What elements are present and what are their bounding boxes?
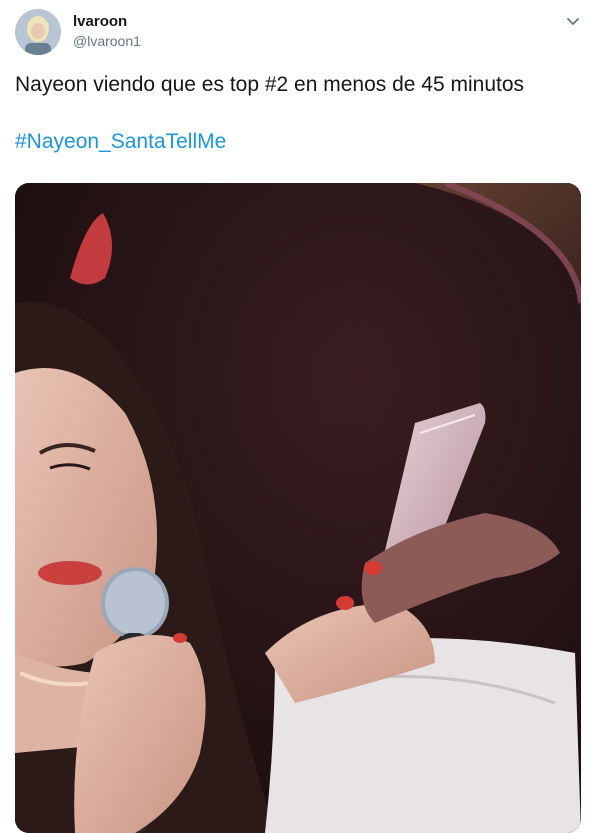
hashtag-link[interactable]: #Nayeon_SantaTellMe [15,129,226,155]
author-handle[interactable]: @lvaroon1 [73,33,141,49]
chevron-down-icon[interactable] [562,10,584,32]
tweet-header: lvaroon @lvaroon1 [0,0,596,62]
tweet-text: Nayeon viendo que es top #2 en menos de … [15,73,525,96]
avatar[interactable] [15,9,61,55]
author-name[interactable]: lvaroon [73,13,127,30]
tweet-media-photo[interactable] [15,183,581,833]
